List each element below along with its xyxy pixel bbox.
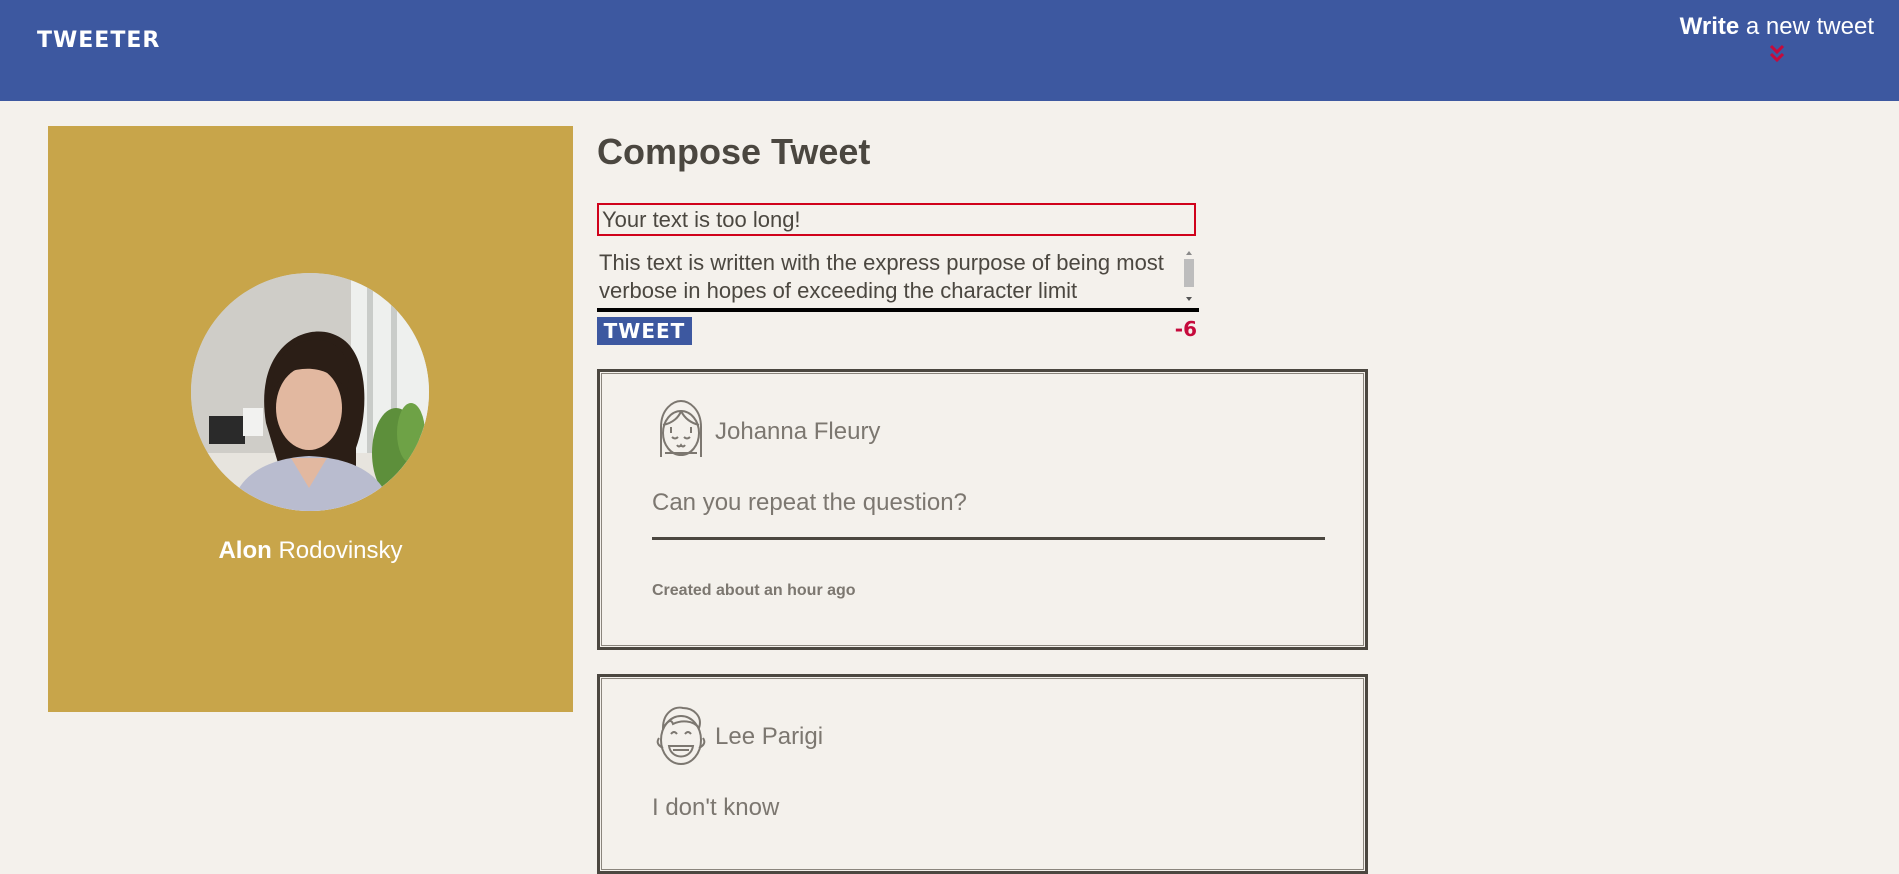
write-label-rest: a new tweet xyxy=(1739,13,1874,40)
write-label-bold: Write xyxy=(1679,13,1740,40)
top-nav: TWEETER Write a new tweet xyxy=(0,0,1899,101)
tweet-textarea[interactable]: This text is written with the express pu… xyxy=(597,249,1199,312)
tweet-timestamp: Created about an hour ago xyxy=(652,582,856,599)
profile-card: Alon Rodovinsky xyxy=(48,126,573,712)
tweet-username[interactable]: Lee Parigi xyxy=(715,723,823,751)
compose-title: Compose Tweet xyxy=(597,131,871,172)
error-message: Your text is too long! xyxy=(597,203,1196,236)
brand-logo[interactable]: TWEETER xyxy=(37,28,160,53)
tweet-text: Can you repeat the question? xyxy=(652,489,967,516)
tweet-card: Lee Parigi I don't know xyxy=(597,674,1368,874)
tweet-button[interactable]: TWEET xyxy=(597,317,692,345)
profile-last-name: Rodovinsky xyxy=(271,537,403,564)
profile-first-name: Alon xyxy=(218,537,272,564)
write-new-tweet-link[interactable]: Write a new tweet xyxy=(1680,13,1874,65)
laughing-boy-avatar-icon xyxy=(656,706,706,765)
textarea-scrollbar[interactable] xyxy=(1182,251,1196,303)
profile-avatar xyxy=(191,273,429,511)
tweet-card: Johanna Fleury Can you repeat the questi… xyxy=(597,369,1368,650)
double-chevron-down-icon[interactable] xyxy=(1766,43,1788,65)
girl-avatar-icon xyxy=(660,399,702,457)
profile-name: Alon Rodovinsky xyxy=(48,537,573,565)
character-counter: -6 xyxy=(1174,317,1197,341)
tweet-divider xyxy=(652,537,1325,540)
tweet-text: I don't know xyxy=(652,794,780,821)
tweet-username[interactable]: Johanna Fleury xyxy=(715,418,880,446)
